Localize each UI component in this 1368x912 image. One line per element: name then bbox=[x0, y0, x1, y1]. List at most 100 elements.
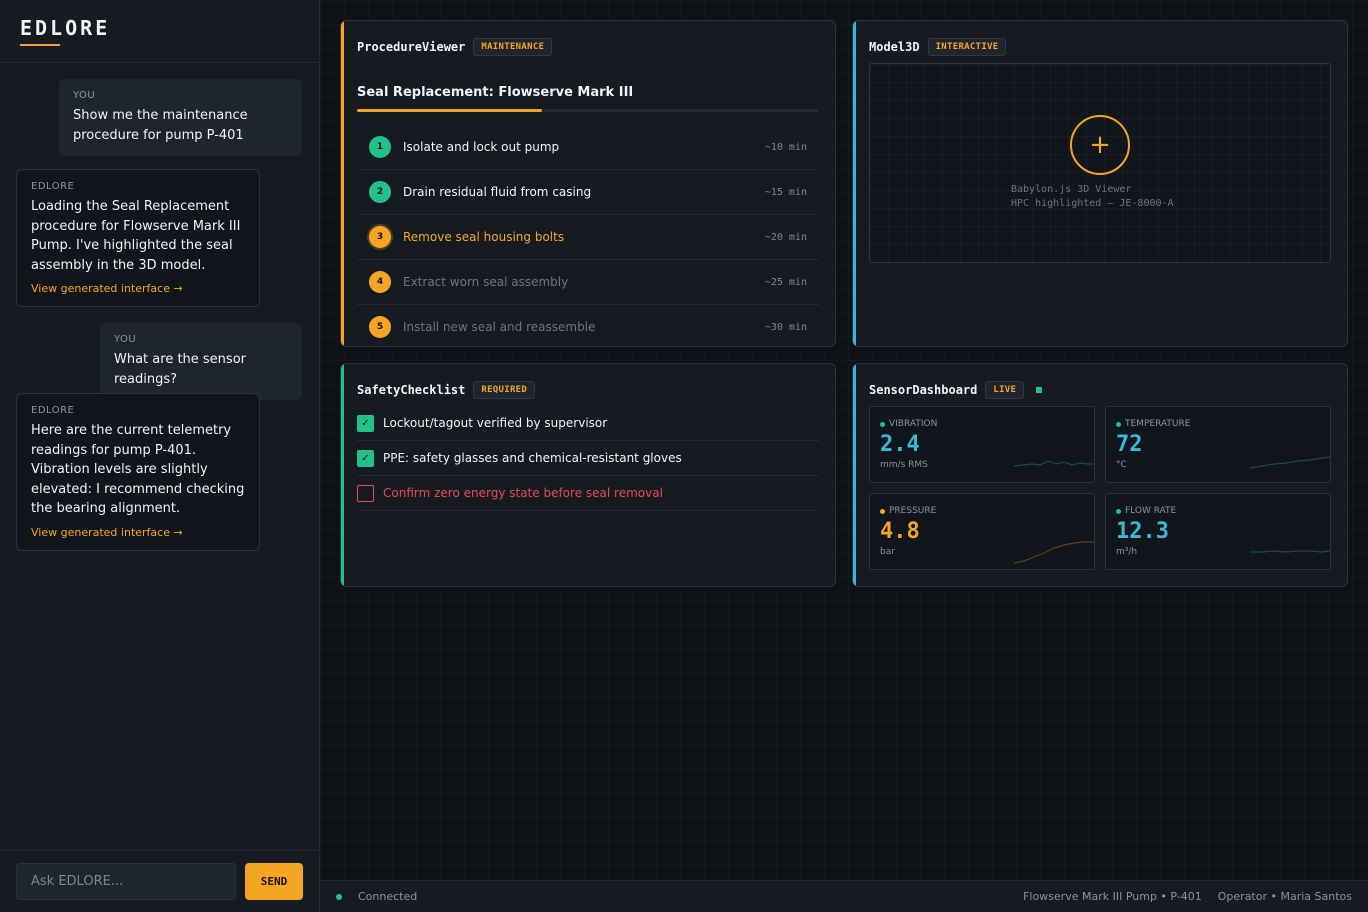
message-text: Here are the current telemetry readings … bbox=[31, 423, 245, 516]
chat-input[interactable] bbox=[16, 863, 236, 900]
sensor-status-dot bbox=[1116, 421, 1121, 427]
message-author: YOU bbox=[114, 334, 137, 345]
procedure-step[interactable]: 5 Install new seal and reassemble ~30 min bbox=[357, 305, 819, 346]
generated-interface-canvas: ProcedureViewer MAINTENANCE Seal Replace… bbox=[320, 0, 1368, 880]
step-duration: ~30 min bbox=[764, 321, 807, 333]
card-title: SensorDashboard bbox=[869, 383, 978, 397]
live-tag: LIVE bbox=[985, 381, 1025, 399]
interactive-tag: INTERACTIVE bbox=[927, 38, 1007, 56]
card-header: SensorDashboard LIVE bbox=[869, 381, 1043, 399]
procedure-progress-bar bbox=[357, 109, 819, 112]
sensor-status-dot bbox=[880, 508, 885, 514]
step-duration: ~15 min bbox=[764, 186, 807, 198]
assistant-message: EDLORE Here are the current telemetry re… bbox=[16, 393, 260, 551]
sensor-dashboard-card: SensorDashboard LIVE VIBRATION 2.4 mm/s RM… bbox=[852, 363, 1348, 587]
sparkline bbox=[1014, 541, 1094, 564]
unchecked-checkbox[interactable] bbox=[357, 484, 374, 502]
card-accent-bar bbox=[341, 21, 344, 346]
3d-viewport[interactable]: + Babylon.js 3D Viewer HPC highlighted —… bbox=[869, 63, 1331, 263]
sensor-tile[interactable]: TEMPERATURE 72 °C bbox=[1105, 406, 1331, 483]
step-duration: ~10 min bbox=[764, 141, 807, 153]
sensor-unit: bar bbox=[880, 547, 895, 557]
step-label: Extract worn seal assembly bbox=[403, 275, 569, 289]
brand-underline bbox=[20, 44, 60, 46]
checked-checkbox[interactable]: ✓ bbox=[357, 414, 374, 432]
operator-label: Operator • Maria Santos bbox=[1217, 890, 1352, 903]
send-button[interactable]: SEND bbox=[245, 863, 303, 900]
checklist-item[interactable]: ✓ Lockout/tagout verified by supervisor bbox=[357, 406, 819, 441]
view-interface-link[interactable]: View generated interface → bbox=[31, 526, 245, 539]
card-accent-bar bbox=[853, 364, 856, 586]
step-label: Isolate and lock out pump bbox=[403, 140, 560, 154]
card-accent-bar bbox=[341, 364, 344, 586]
brand-logo: EDLORE bbox=[20, 16, 111, 40]
brand-header: EDLORE bbox=[0, 0, 319, 63]
status-bar: Connected Flowserve Mark III Pump • P-40… bbox=[320, 880, 1368, 912]
status-right: Flowserve Mark III Pump • P-401 Operator… bbox=[1023, 890, 1352, 903]
checklist-item[interactable]: ✓ PPE: safety glasses and chemical-resist… bbox=[357, 441, 819, 476]
sensor-status-dot bbox=[880, 421, 885, 427]
step-number: 4 bbox=[369, 271, 391, 293]
model3d-card: Model3D INTERACTIVE + Babylon.js 3D View… bbox=[852, 20, 1348, 347]
sensor-label-text: PRESSURE bbox=[889, 506, 937, 516]
sensor-label-text: VIBRATION bbox=[889, 419, 938, 429]
required-tag: REQUIRED bbox=[473, 381, 536, 399]
chat-sidebar: EDLORE YOU Show me the maintenance proce… bbox=[0, 0, 320, 912]
sensor-label-text: FLOW RATE bbox=[1125, 506, 1177, 516]
sensor-tile[interactable]: PRESSURE 4.8 bar bbox=[869, 493, 1095, 570]
message-author: YOU bbox=[73, 90, 96, 101]
checked-checkbox[interactable]: ✓ bbox=[357, 449, 374, 467]
message-text: What are the sensor readings? bbox=[114, 352, 246, 387]
step-number: 5 bbox=[369, 316, 391, 338]
sensor-value: 2.4 bbox=[880, 432, 920, 457]
procedure-step[interactable]: 1 Isolate and lock out pump ~10 min bbox=[357, 125, 819, 170]
user-message: YOU What are the sensor readings? bbox=[100, 323, 302, 400]
sensor-tile[interactable]: FLOW RATE 12.3 m³/h bbox=[1105, 493, 1331, 570]
sensor-label: PRESSURE bbox=[880, 506, 936, 516]
sensor-value: 12.3 bbox=[1116, 519, 1169, 544]
procedure-progress-fill bbox=[357, 109, 542, 112]
card-title: SafetyChecklist bbox=[357, 383, 466, 397]
message-text: Show me the maintenance procedure for pu… bbox=[73, 108, 248, 143]
step-label: Drain residual fluid from casing bbox=[403, 185, 592, 199]
chat-composer: SEND bbox=[0, 850, 319, 912]
step-label: Remove seal housing bolts bbox=[403, 230, 565, 244]
sensor-label: FLOW RATE bbox=[1116, 506, 1176, 516]
plus-icon[interactable]: + bbox=[1070, 115, 1130, 175]
sparkline bbox=[1250, 550, 1330, 553]
sensor-label: TEMPERATURE bbox=[1116, 419, 1190, 429]
sensor-tile[interactable]: VIBRATION 2.4 mm/s RMS bbox=[869, 406, 1095, 483]
sensor-unit: m³/h bbox=[1116, 547, 1138, 557]
procedure-viewer-card: ProcedureViewer MAINTENANCE Seal Replace… bbox=[340, 20, 836, 347]
step-label: Install new seal and reassemble bbox=[403, 320, 596, 334]
sensor-unit: mm/s RMS bbox=[880, 460, 928, 470]
step-number: 2 bbox=[369, 181, 391, 203]
card-accent-bar bbox=[853, 21, 856, 346]
sensor-unit: °C bbox=[1116, 460, 1127, 470]
step-duration: ~20 min bbox=[764, 231, 807, 243]
checklist-label: PPE: safety glasses and chemical-resista… bbox=[383, 451, 682, 465]
checklist-item[interactable]: Confirm zero energy state before seal re… bbox=[357, 476, 819, 511]
card-header: SafetyChecklist REQUIRED bbox=[357, 381, 536, 399]
procedure-step[interactable]: 4 Extract worn seal assembly ~25 min bbox=[357, 260, 819, 305]
device-label: Flowserve Mark III Pump • P-401 bbox=[1023, 890, 1202, 903]
step-number: 3 bbox=[369, 226, 391, 248]
procedure-step[interactable]: 2 Drain residual fluid from casing ~15 min bbox=[357, 170, 819, 215]
procedure-step[interactable]: 3 Remove seal housing bolts ~20 min bbox=[357, 215, 819, 260]
sparkline bbox=[1250, 456, 1330, 469]
maintenance-tag: MAINTENANCE bbox=[473, 38, 553, 56]
checklist-label: Confirm zero energy state before seal re… bbox=[383, 486, 663, 500]
sensor-status-dot bbox=[1116, 508, 1121, 514]
sparkline bbox=[1014, 460, 1094, 467]
connection-status-dot bbox=[336, 893, 342, 900]
procedure-heading: Seal Replacement: Flowserve Mark III bbox=[357, 85, 634, 100]
view-interface-link[interactable]: View generated interface → bbox=[31, 282, 245, 295]
message-text: Loading the Seal Replacement procedure f… bbox=[31, 199, 241, 273]
sensor-label: VIBRATION bbox=[880, 419, 937, 429]
safety-checklist-card: SafetyChecklist REQUIRED ✓ Lockout/tagout… bbox=[340, 363, 836, 587]
sensor-value: 4.8 bbox=[880, 519, 920, 544]
card-header: Model3D INTERACTIVE bbox=[869, 38, 1007, 56]
card-title: ProcedureViewer bbox=[357, 40, 466, 54]
live-indicator-dot bbox=[1036, 387, 1043, 393]
message-author: EDLORE bbox=[31, 181, 75, 192]
